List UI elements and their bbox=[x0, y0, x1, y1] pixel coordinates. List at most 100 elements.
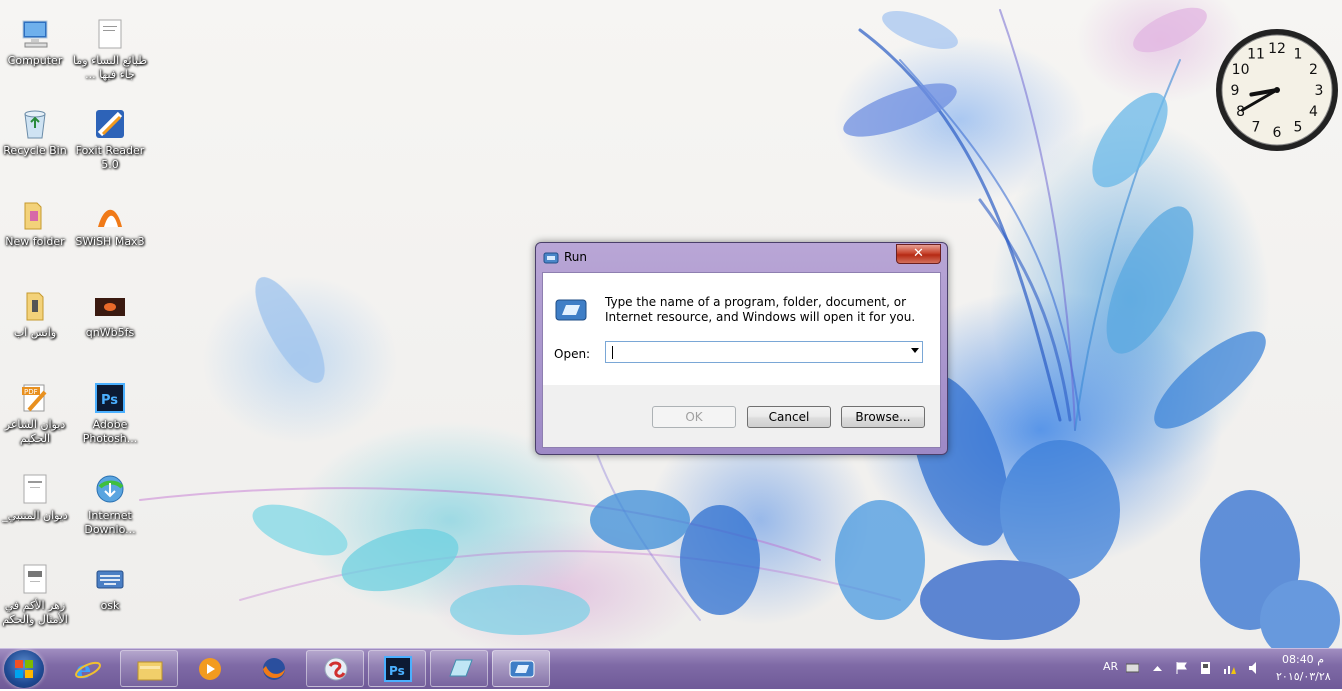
clock-numeral: 9 bbox=[1231, 83, 1240, 99]
file-explorer-icon bbox=[137, 661, 163, 681]
run-program-icon bbox=[555, 298, 587, 322]
desktop-icon-recycle-bin[interactable]: Recycle Bin bbox=[0, 108, 73, 158]
computer-icon bbox=[19, 18, 51, 50]
svg-text:PDF: PDF bbox=[24, 388, 38, 396]
cancel-button[interactable]: Cancel bbox=[747, 406, 831, 428]
open-combobox[interactable] bbox=[605, 341, 923, 363]
foxit-reader-icon bbox=[94, 108, 126, 140]
taskbar-item-internet-explorer[interactable]: e bbox=[58, 650, 116, 687]
dialog-title: Run bbox=[564, 250, 588, 264]
clock-numeral: 8 bbox=[1236, 104, 1245, 120]
svg-text:e: e bbox=[76, 656, 91, 682]
dialog-message: Type the name of a program, folder, docu… bbox=[605, 295, 916, 324]
app-icon bbox=[324, 657, 348, 681]
clock-numeral: 2 bbox=[1309, 62, 1318, 78]
photoshop-icon: Ps bbox=[94, 382, 126, 414]
desktop-icon-osk[interactable]: osk bbox=[72, 563, 148, 613]
photoshop-icon: Ps bbox=[384, 656, 412, 682]
clock-numeral: 1 bbox=[1294, 47, 1303, 63]
desktop-icon-label: New folder bbox=[5, 235, 65, 248]
recycle-bin-icon bbox=[19, 108, 51, 140]
close-button[interactable]: ✕ bbox=[896, 244, 941, 264]
network-warning-icon[interactable] bbox=[1223, 661, 1236, 674]
clock-numeral: 4 bbox=[1309, 104, 1318, 120]
document-icon bbox=[94, 18, 126, 50]
desktop-icon-label: واتس اب bbox=[13, 326, 57, 339]
clock-numeral: 3 bbox=[1315, 83, 1324, 99]
desktop-icon-label: زهر الأكم في الأمثال والحكم bbox=[2, 599, 68, 626]
volume-icon[interactable] bbox=[1248, 661, 1261, 674]
clock-numeral: 12 bbox=[1268, 41, 1286, 57]
tray-time[interactable]: 08:40 م bbox=[1276, 653, 1330, 666]
desktop-icon-label: SWiSH Max3 bbox=[75, 235, 145, 248]
desktop-icon-label: ديوان الشاعر الحكيم bbox=[4, 418, 66, 445]
run-dialog[interactable]: Run ✕ Type the name of a program, folder… bbox=[535, 242, 948, 455]
desktop-icon-label: qnWb5fs bbox=[85, 326, 135, 339]
clock-numeral: 10 bbox=[1232, 62, 1250, 78]
notepad-icon bbox=[449, 659, 473, 677]
keyboard-tray-icon[interactable] bbox=[1126, 661, 1139, 674]
desktop-icon-label: Internet Downlo... bbox=[84, 509, 136, 536]
taskbar-item-photoshop[interactable]: Ps bbox=[368, 650, 426, 687]
desktop-icon-arabic-doc[interactable]: طبائع النساء وما جاء فيها ... bbox=[72, 18, 148, 82]
clock-numeral: 11 bbox=[1247, 47, 1265, 63]
browse-button[interactable]: Browse... bbox=[841, 406, 925, 428]
run-icon bbox=[543, 251, 559, 265]
taskbar-item-media-player[interactable] bbox=[180, 650, 238, 687]
desktop-icon-label: Adobe Photosh... bbox=[82, 418, 138, 445]
desktop-icon-label: ديوان المتنبي_ bbox=[2, 509, 68, 522]
language-indicator[interactable]: AR bbox=[1103, 660, 1118, 673]
action-center-flag-icon[interactable] bbox=[1175, 661, 1188, 674]
taskbar-item-notepad[interactable] bbox=[430, 650, 488, 687]
clock-numeral: 5 bbox=[1294, 119, 1303, 135]
svg-text:Ps: Ps bbox=[389, 664, 405, 678]
taskbar: e Ps AR bbox=[0, 648, 1342, 689]
internet-explorer-icon: e bbox=[75, 656, 101, 682]
desktop-icon-label: osk bbox=[100, 599, 120, 612]
text-caret bbox=[612, 346, 613, 359]
desktop-icon-label: طبائع النساء وما جاء فيها ... bbox=[73, 54, 147, 81]
show-hidden-icons-icon[interactable] bbox=[1151, 662, 1164, 675]
download-manager-icon bbox=[94, 473, 126, 505]
folder-icon bbox=[19, 199, 51, 231]
image-thumbnail-icon bbox=[94, 290, 126, 322]
desktop-icon-internet-download[interactable]: Internet Downlo... bbox=[72, 473, 148, 537]
taskbar-item-firefox[interactable] bbox=[244, 650, 302, 687]
swish-icon bbox=[94, 199, 126, 231]
dialog-content-panel: Type the name of a program, folder, docu… bbox=[543, 273, 940, 385]
taskbar-item-file-explorer[interactable] bbox=[120, 650, 178, 687]
desktop-icon-pdf-diwan[interactable]: PDF ديوان الشاعر الحكيم bbox=[0, 382, 73, 446]
desktop-icon-label: Computer bbox=[7, 54, 63, 67]
desktop-icon-zahr-alakam[interactable]: زهر الأكم في الأمثال والحكم bbox=[0, 563, 73, 627]
pdf-icon: PDF bbox=[19, 382, 51, 414]
clock-gadget[interactable]: 12 1 2 3 4 5 6 7 8 9 10 11 bbox=[1214, 27, 1340, 153]
clock-face: 12 12 3 45678 9 1011 bbox=[1216, 29, 1338, 151]
desktop-icon-label: Recycle Bin bbox=[3, 144, 67, 157]
desktop-icon-whatsapp-folder[interactable]: واتس اب bbox=[0, 290, 73, 340]
desktop-icon-foxit-reader[interactable]: Foxit Reader 5.0 bbox=[72, 108, 148, 172]
windows-logo-icon bbox=[15, 660, 33, 678]
desktop-icon-swish-max[interactable]: SWiSH Max3 bbox=[72, 199, 148, 249]
desktop-icon-computer[interactable]: Computer bbox=[0, 18, 73, 68]
desktop-icon-diwan-mutanabbi[interactable]: ديوان المتنبي_ bbox=[0, 473, 73, 523]
document-icon bbox=[19, 563, 51, 595]
dropdown-arrow-icon[interactable] bbox=[911, 348, 919, 353]
document-icon bbox=[19, 473, 51, 505]
keyboard-icon bbox=[94, 563, 126, 595]
desktop-icon-label: Foxit Reader 5.0 bbox=[75, 144, 145, 171]
desktop-icon-adobe-photoshop[interactable]: Ps Adobe Photosh... bbox=[72, 382, 148, 446]
run-icon bbox=[509, 660, 535, 678]
desktop-icon-new-folder[interactable]: New folder bbox=[0, 199, 73, 249]
open-label: Open: bbox=[554, 347, 591, 361]
clock-numeral: 7 bbox=[1252, 119, 1261, 135]
taskbar-item-run[interactable] bbox=[492, 650, 550, 687]
start-button[interactable] bbox=[4, 650, 44, 688]
dialog-client-area: Type the name of a program, folder, docu… bbox=[542, 272, 941, 448]
taskbar-item-app[interactable] bbox=[306, 650, 364, 687]
desktop-icon-qnwb5fs[interactable]: qnWb5fs bbox=[72, 290, 148, 340]
folder-icon bbox=[19, 290, 51, 322]
device-icon[interactable] bbox=[1199, 661, 1212, 674]
tray-date[interactable]: ٢٠١٥/٠٣/٢٨ bbox=[1276, 670, 1331, 683]
clock-numeral: 6 bbox=[1273, 125, 1282, 141]
ok-button[interactable]: OK bbox=[652, 406, 736, 428]
